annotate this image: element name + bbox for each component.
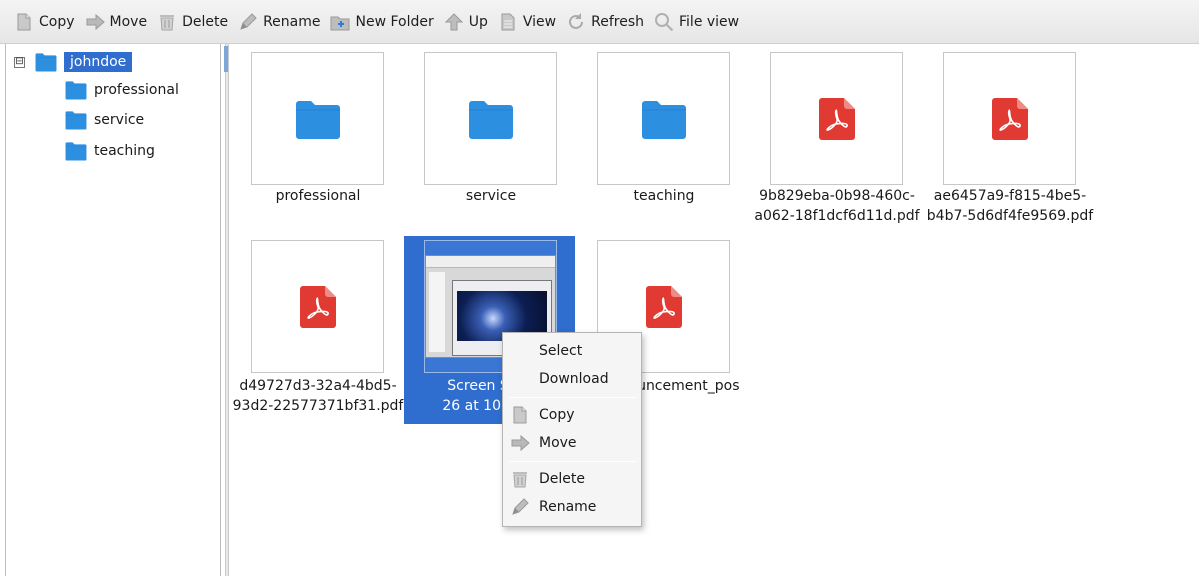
up-button[interactable]: Up [444, 7, 488, 37]
menu-item-move[interactable]: Move [503, 430, 641, 456]
menu-item-delete[interactable]: Delete [503, 466, 641, 492]
tree-item-professional[interactable]: professional [64, 77, 179, 103]
file-thumbnail [770, 52, 903, 185]
menu-item-label: Download [539, 371, 609, 387]
rename-label: Rename [263, 13, 321, 30]
file-tile-teaching[interactable]: teaching [578, 44, 750, 234]
rename-button[interactable]: Rename [238, 7, 320, 37]
tree-item-label[interactable]: teaching [94, 143, 155, 159]
menu-item-label: Rename [539, 499, 597, 515]
file-thumbnail [597, 52, 730, 185]
new-folder-label: New Folder [355, 13, 434, 30]
file-thumbnail [251, 52, 384, 185]
tree-item-label[interactable]: service [94, 112, 144, 128]
collapse-icon[interactable]: ⊟ [14, 56, 25, 68]
file-name: service [465, 188, 517, 204]
folder-icon [295, 98, 341, 140]
menu-separator [509, 397, 637, 398]
menu-item-rename[interactable]: Rename [503, 494, 641, 520]
copy-label: Copy [39, 13, 75, 30]
move-button[interactable]: Move [85, 7, 148, 37]
new-folder-button[interactable]: New Folder [330, 7, 434, 37]
pencil-icon [510, 497, 530, 517]
pdf-icon [646, 286, 682, 328]
folder-icon [64, 110, 88, 130]
folder-icon [641, 98, 687, 140]
file-tile-professional[interactable]: professional [232, 44, 404, 234]
toolbar: Copy Move Delete Rename New Folder Up Vi… [0, 0, 1199, 44]
menu-item-label: Select [539, 343, 583, 359]
file-name: d49727d3-32a4-4bd5- 93d2-22577371bf31.pd… [232, 378, 404, 414]
view-icon [498, 12, 518, 32]
file-thumbnail [424, 52, 557, 185]
refresh-icon [566, 12, 586, 32]
file-tile-pdf-3[interactable]: d49727d3-32a4-4bd5- 93d2-22577371bf31.pd… [232, 234, 404, 424]
pdf-icon [819, 98, 855, 140]
new-folder-icon [330, 12, 350, 32]
folder-icon [468, 98, 514, 140]
file-name: teaching [633, 188, 695, 204]
pencil-icon [238, 12, 258, 32]
magnifier-icon [654, 12, 674, 32]
folder-icon [34, 52, 58, 72]
trash-icon [510, 469, 530, 489]
folder-icon [64, 80, 88, 100]
up-label: Up [468, 13, 488, 30]
file-tile-service[interactable]: service [405, 44, 577, 234]
tree-item-root[interactable]: ⊟ johndoe [14, 49, 133, 75]
delete-label: Delete [182, 13, 229, 30]
tree-item-teaching[interactable]: teaching [64, 138, 155, 164]
up-arrow-icon [444, 12, 464, 32]
menu-item-copy[interactable]: Copy [503, 402, 641, 428]
file-thumbnail [251, 240, 384, 373]
refresh-button[interactable]: Refresh [566, 7, 644, 37]
file-tile-pdf-1[interactable]: 9b829eba-0b98-460c- a062-18f1dcf6d11d.pd… [751, 44, 923, 234]
splitter-grip[interactable] [224, 46, 228, 72]
file-tile-pdf-2[interactable]: ae6457a9-f815-4be5- b4b7-5d6df4fe9569.pd… [924, 44, 1096, 234]
delete-button[interactable]: Delete [157, 7, 228, 37]
refresh-label: Refresh [591, 13, 644, 30]
move-label: Move [109, 13, 148, 30]
file-name: ae6457a9-f815-4be5- b4b7-5d6df4fe9569.pd… [926, 188, 1094, 224]
file-name: 9b829eba-0b98-460c- a062-18f1dcf6d11d.pd… [754, 188, 920, 224]
file-name: professional [275, 188, 361, 204]
menu-item-label: Delete [539, 471, 585, 487]
panel-splitter[interactable] [225, 44, 229, 576]
menu-item-label: Copy [539, 407, 575, 423]
menu-item-select[interactable]: Select [503, 338, 641, 364]
move-icon [85, 12, 105, 32]
tree-item-label[interactable]: johndoe [64, 52, 133, 72]
file-view-label: File view [679, 13, 740, 30]
pdf-icon [992, 98, 1028, 140]
folder-icon [64, 141, 88, 161]
trash-icon [157, 12, 177, 32]
file-grid: professional service teaching 9b829eba-0… [232, 44, 1199, 576]
folder-tree: ⊟ johndoe professional service teaching [5, 44, 221, 576]
context-menu: Select Download Copy Move Delete Rename [502, 332, 642, 527]
menu-item-download[interactable]: Download [503, 366, 641, 392]
pdf-icon [300, 286, 336, 328]
view-label: View [522, 13, 557, 30]
view-button[interactable]: View [498, 7, 556, 37]
copy-button[interactable]: Copy [14, 7, 75, 37]
move-icon [510, 433, 530, 453]
copy-icon [14, 12, 34, 32]
tree-item-service[interactable]: service [64, 107, 144, 133]
menu-item-label: Move [539, 435, 577, 451]
menu-separator [509, 461, 637, 462]
copy-icon [510, 405, 530, 425]
file-view-button[interactable]: File view [654, 7, 739, 37]
file-thumbnail [943, 52, 1076, 185]
tree-item-label[interactable]: professional [94, 82, 179, 98]
